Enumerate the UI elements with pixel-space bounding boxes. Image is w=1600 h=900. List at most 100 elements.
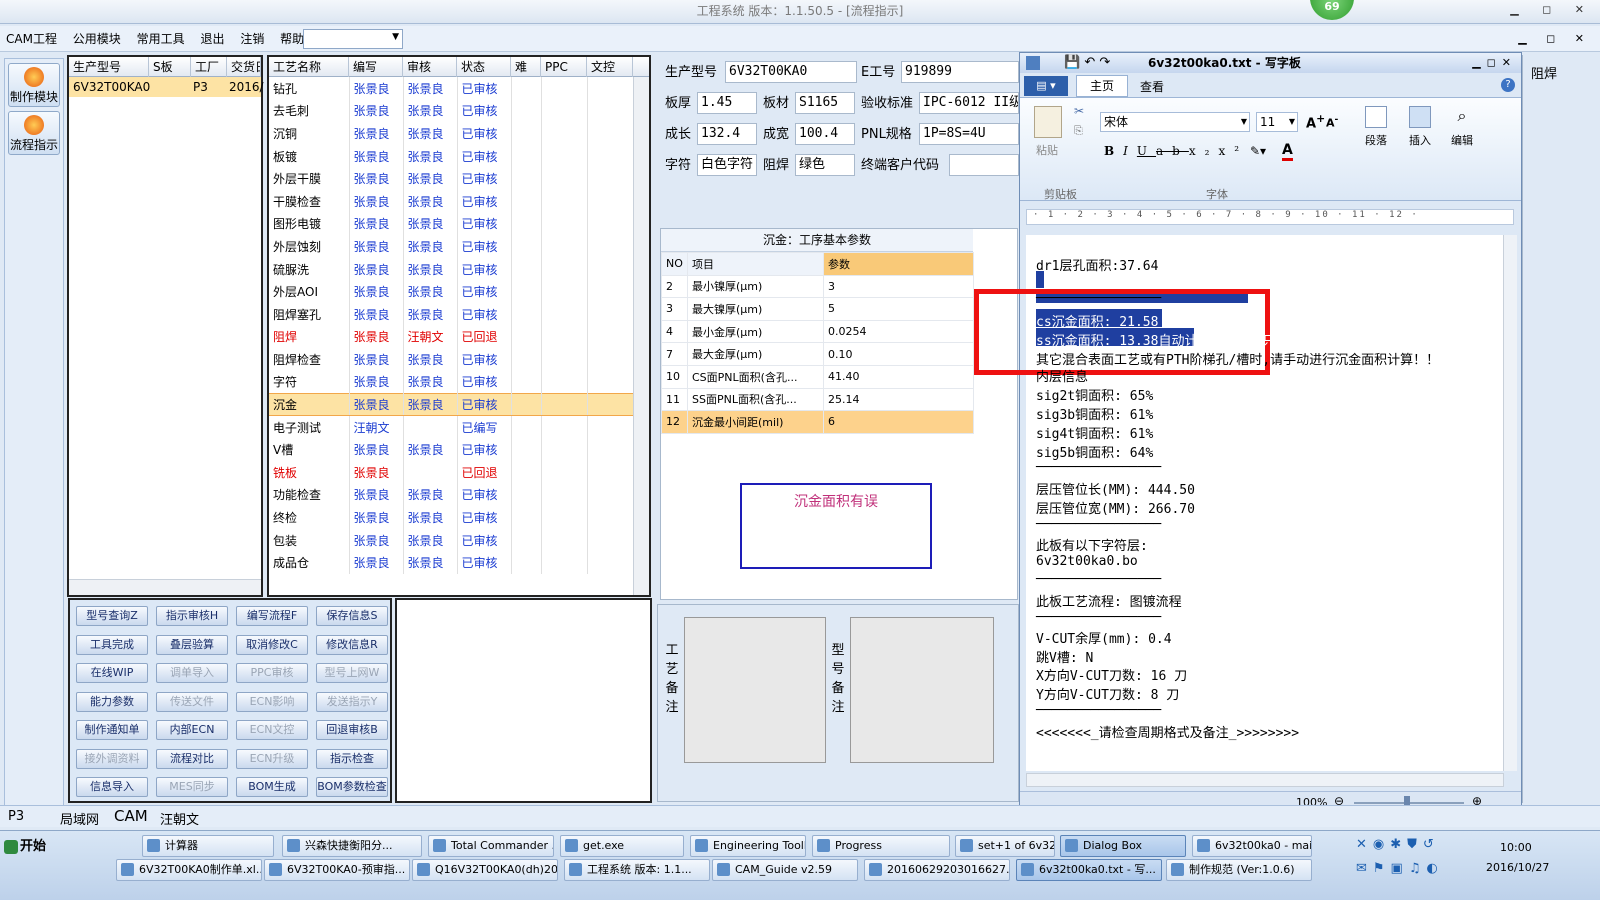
function-button[interactable]: 传送文件 (156, 691, 228, 712)
taskbar-item[interactable]: 6V32T00KA0制作单.xl... (116, 859, 262, 881)
function-button[interactable]: 接外调资料 (76, 748, 148, 769)
customer-field[interactable] (949, 154, 1019, 176)
process-row[interactable]: 阻焊 张景良 汪朝文 已回退 (269, 325, 634, 349)
cut-icon[interactable]: ✂ (1074, 104, 1084, 118)
function-button[interactable]: 回退审核B (316, 720, 388, 740)
tab-home[interactable]: 主页 (1076, 75, 1128, 97)
order-col-model[interactable]: 生产型号 (69, 57, 149, 77)
paste-label[interactable]: 粘贴 (1036, 142, 1058, 158)
function-button[interactable]: 调单导入 (156, 663, 228, 683)
function-button[interactable]: 型号查询Z (76, 606, 148, 626)
function-button[interactable]: PPC审核 (236, 663, 308, 683)
copy-icon[interactable]: ⎘ (1074, 124, 1083, 138)
function-button[interactable]: 叠层验算 (156, 634, 228, 655)
paragraph-button[interactable]: 段落 (1356, 102, 1396, 172)
grow-font-icon[interactable]: A+ (1306, 112, 1325, 131)
function-button[interactable]: 制作通知单 (76, 720, 148, 740)
function-button[interactable]: MES同步 (156, 777, 228, 797)
process-row[interactable]: 板镀 张景良 张景良 已审核 (269, 144, 634, 168)
taskbar-item[interactable]: 计算器 (142, 835, 274, 857)
function-button[interactable]: 能力参数 (76, 691, 148, 712)
process-row[interactable]: 去毛刺 张景良 张景良 已审核 (269, 99, 634, 123)
process-row[interactable]: 终检 张景良 张景良 已审核 (269, 506, 634, 529)
document-vscroll[interactable] (1503, 235, 1517, 771)
tray-icons-row2[interactable]: ✉⚑▣♫◐ (1356, 861, 1444, 876)
taskbar-item[interactable]: 工程系统 版本: 1.1... (564, 859, 710, 881)
document-area[interactable]: dr1层孔面积:37.64 ──────────────── cs沉金面积: 21.… (974, 235, 1504, 771)
char-field[interactable]: 白色字符 (697, 154, 757, 176)
function-button[interactable]: 流程对比 (156, 748, 228, 769)
taskbar-item[interactable]: 6v32t00ka0.txt - 写... (1016, 859, 1162, 881)
wordpad-file-menu[interactable]: ▤ ▾ (1024, 76, 1068, 96)
param-row[interactable]: 2 最小镍厚(μm) 3 (661, 274, 974, 299)
mask-field[interactable]: 绿色 (795, 154, 855, 176)
process-row[interactable]: 外层干膜 张景良 张景良 已审核 (269, 167, 634, 190)
material-field[interactable]: S1165 (795, 92, 855, 114)
function-button[interactable]: ECN升级 (236, 748, 308, 769)
process-col-writer[interactable]: 编写 (349, 57, 403, 77)
function-button[interactable]: ECN影响 (236, 691, 308, 712)
edit-button[interactable]: ⌕ 编辑 (1442, 102, 1482, 172)
start-button[interactable]: 开始 (2, 835, 52, 859)
menu-logout[interactable]: 注销 (234, 26, 270, 52)
length-field[interactable]: 132.4 (697, 123, 757, 145)
param-row[interactable]: 11 SS面PNL面积(含孔... 25.14 (661, 387, 974, 412)
param-row[interactable]: 7 最大金厚(μm) 0.10 (661, 342, 974, 366)
nav-make-module[interactable]: 制作模块 (8, 63, 60, 107)
param-row[interactable]: 4 最小金厚(μm) 0.0254 (661, 319, 974, 344)
format-buttons[interactable]: BIUabx₂x² (1104, 144, 1248, 158)
mdi-controls[interactable]: ▁ ◻ ✕ (1518, 32, 1592, 45)
function-button[interactable]: 发送指示Y (316, 691, 388, 712)
taskbar-item[interactable]: Total Commander ... (428, 835, 554, 857)
order-col-factory[interactable]: 工厂 (191, 57, 227, 77)
process-row[interactable]: 硫脲洗 张景良 张景良 已审核 (269, 257, 634, 281)
process-row[interactable]: 包装 张景良 张景良 已审核 (269, 528, 634, 552)
menu-combo[interactable]: ▼ (303, 29, 403, 49)
pnl-field[interactable]: 1P=8S=4U (919, 123, 1019, 145)
taskbar-item[interactable]: set+1 of 6v32t00... (955, 835, 1055, 857)
quick-access-icons[interactable]: 💾 ↶ ↷ (1064, 53, 1110, 73)
tray-icons[interactable]: ✕◉✱⛊↺ (1356, 837, 1440, 852)
taskbar-item[interactable]: CAM_Guide v2.59 (712, 859, 858, 881)
shrink-font-icon[interactable]: A- (1326, 114, 1338, 130)
function-button[interactable]: 指示检查 (316, 748, 388, 769)
function-button[interactable]: 取消修改C (236, 634, 308, 655)
process-row[interactable]: 电子测试 汪朝文 已编写 (269, 415, 634, 439)
process-row[interactable]: V槽 张景良 张景良 已审核 (269, 438, 634, 462)
process-row[interactable]: 图形电镀 张景良 张景良 已审核 (269, 212, 634, 236)
function-button[interactable]: 指示审核H (156, 606, 228, 626)
e-no-field[interactable]: 919899 (901, 61, 1019, 83)
taskbar-item[interactable]: get.exe (560, 835, 684, 857)
menu-tools[interactable]: 常用工具 (131, 26, 191, 52)
process-col-ppc[interactable]: PPC (541, 57, 587, 77)
insert-button[interactable]: 插入 (1400, 102, 1440, 172)
process-col-status[interactable]: 状态 (457, 57, 511, 77)
wordpad-window-controls[interactable]: ▁◻✕ (1472, 53, 1517, 73)
order-col-date[interactable]: 交货日 (227, 57, 261, 77)
process-col-diff[interactable]: 难 (511, 57, 541, 77)
thickness-field[interactable]: 1.45 (697, 92, 757, 114)
taskbar-item[interactable]: 20160629203016627.r... (864, 859, 1010, 881)
taskbar-item[interactable]: Q16V32T00KA0(dh)20... (412, 859, 558, 881)
process-row[interactable]: 阻焊塞孔 张景良 张景良 已审核 (269, 302, 634, 326)
function-button[interactable]: BOM参数检查 (316, 777, 388, 797)
process-row[interactable]: 功能检查 张景良 张景良 已审核 (269, 483, 634, 507)
taskbar-item[interactable]: Engineering Toolki... (690, 835, 806, 857)
process-row[interactable]: 干膜检查 张景良 张景良 已审核 (269, 189, 634, 213)
process-col-name[interactable]: 工艺名称 (269, 57, 349, 77)
function-button[interactable]: ECN文控 (236, 720, 308, 740)
menu-public[interactable]: 公用模块 (67, 26, 127, 52)
process-vscroll[interactable] (633, 77, 649, 595)
taskbar-item[interactable]: Dialog Box (1060, 835, 1186, 857)
menu-cam[interactable]: CAM工程 (0, 26, 63, 52)
process-row[interactable]: 成品仓 张景良 张景良 已审核 (269, 551, 634, 575)
process-row[interactable]: 阻焊检查 张景良 张景良 已审核 (269, 348, 634, 371)
font-size-select[interactable]: 11 ▼ (1256, 112, 1298, 132)
order-hscroll[interactable] (69, 579, 261, 595)
help-icon[interactable]: ? (1501, 78, 1515, 92)
process-row[interactable]: 外层蚀刻 张景良 张景良 已审核 (269, 235, 634, 258)
function-button[interactable]: 工具完成 (76, 634, 148, 655)
highlight-icon[interactable]: ✎▾ (1250, 144, 1266, 158)
taskbar-item[interactable]: 制作规范 (Ver:1.0.6) (1166, 859, 1312, 881)
nav-flow-guide[interactable]: 流程指示 (8, 111, 60, 155)
